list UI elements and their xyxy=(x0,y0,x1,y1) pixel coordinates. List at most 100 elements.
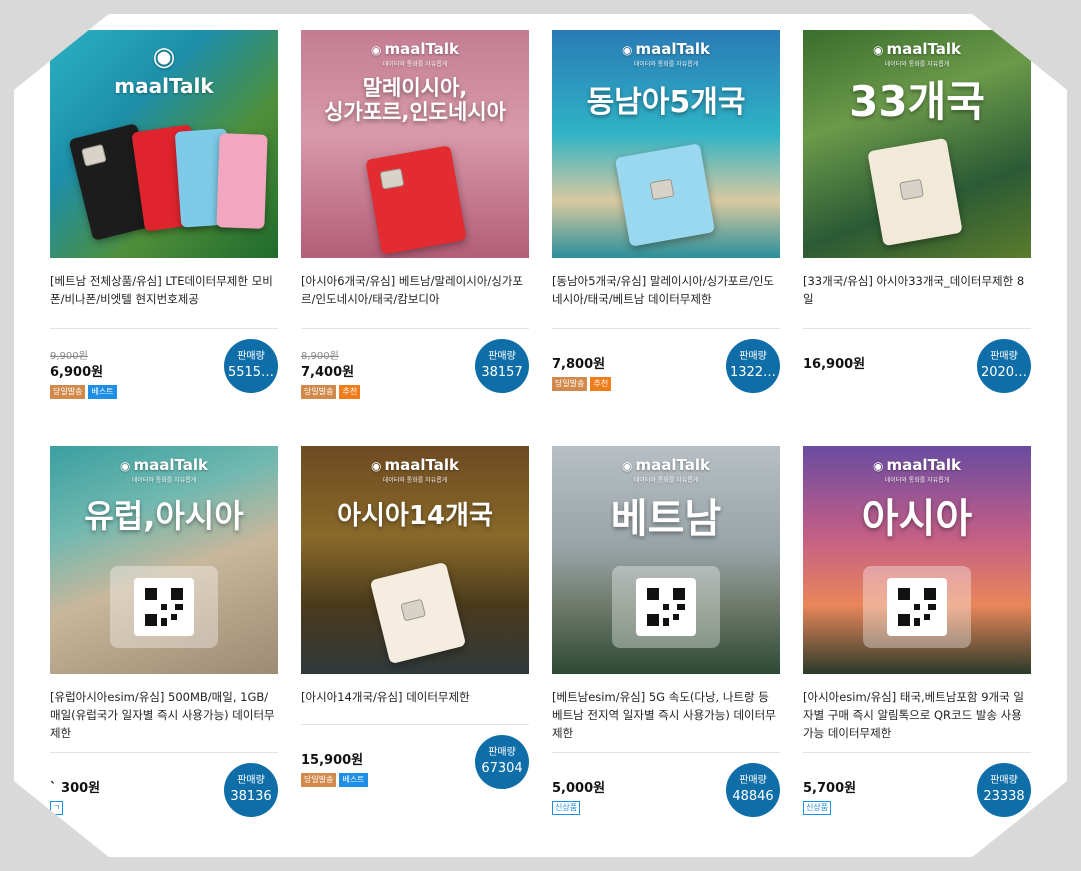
brand-logo: ◉ maalTalk 데이터와 통화를 자유롭게 xyxy=(370,40,460,68)
sale-price: 5,700원 xyxy=(803,781,857,796)
product-title[interactable]: [유럽아시아esim/유심] 500MB/매일, 1GB/매일(유럽국가 일자별… xyxy=(50,688,278,744)
wifi-icon: ◉ xyxy=(119,459,131,473)
sim-card-graphic xyxy=(365,145,467,255)
sales-count-badge: 판매량 38136 xyxy=(224,763,278,817)
product-card[interactable]: ◉ maalTalk 데이터와 통화를 자유롭게 유럽,아시아 [유럽아시아esi… xyxy=(50,446,278,825)
image-headline: 아시아 xyxy=(861,496,973,542)
badge-new: 신상품 xyxy=(552,801,581,815)
sale-price: 7,800원 xyxy=(552,357,606,372)
sales-count-badge: 판매량 23338 xyxy=(977,763,1031,817)
brand-logo: ◉ maalTalk 데이터와 통화를 자유롭게 xyxy=(872,456,962,484)
sales-count-badge: 판매량 5515… xyxy=(224,339,278,393)
product-title[interactable]: [베트남 전체상품/유심] LTE데이터무제한 모비폰/비나폰/비엣텔 현지번호… xyxy=(50,272,278,320)
price-row: ` 300원 ㄱ 판매량 38136 xyxy=(50,753,278,825)
product-title[interactable]: [아시아14개국/유심] 데이터무제한 xyxy=(301,688,529,716)
sale-price: 15,900원 xyxy=(301,753,364,768)
product-card[interactable]: ◉ maalTalk 데이터와 통화를 자유롭게 아시아 [아시아esim/유심]… xyxy=(803,446,1031,825)
badge-same-day: 당일발송 xyxy=(301,773,337,787)
sales-count-badge: 판매량 1322… xyxy=(726,339,780,393)
product-image[interactable]: ◉ maalTalk 데이터와 통화를 자유롭게 유럽,아시아 xyxy=(50,446,278,674)
brand-logo: ◉ maalTalk xyxy=(50,42,278,98)
badge-same-day: 당일발송 xyxy=(552,377,588,391)
brand-logo: ◉ maalTalk 데이터와 통화를 자유롭게 xyxy=(621,456,711,484)
brand-logo: ◉ maalTalk 데이터와 통화를 자유롭게 xyxy=(872,40,962,68)
wifi-icon: ◉ xyxy=(370,43,382,57)
image-headline: 말레이시아, 싱가포르,인도네시아 xyxy=(324,76,506,125)
badge-best: 베스트 xyxy=(88,385,117,399)
price-row: 9,900원 6,900원 당일발송 베스트 판매량 5515… xyxy=(50,329,278,401)
product-title[interactable]: [아시아esim/유심] 태국,베트남포함 9개국 일자별 구매 즉시 알림톡으… xyxy=(803,688,1031,744)
product-image[interactable]: ◉ maalTalk 데이터와 통화를 자유롭게 베트남 xyxy=(552,446,780,674)
product-card[interactable]: ◉ maalTalk 데이터와 통화를 자유롭게 베트남 [베트남esim/유심]… xyxy=(552,446,780,825)
image-headline: 33개국 xyxy=(849,77,985,126)
brand-logo: ◉ maalTalk 데이터와 통화를 자유롭게 xyxy=(621,40,711,68)
product-card[interactable]: ◉ maalTalk 데이터와 통화를 자유롭게 말레이시아, 싱가포르,인도네시… xyxy=(301,30,529,401)
badge-list: 당일발송 추천 xyxy=(552,377,612,391)
product-title[interactable]: [33개국/유심] 아시아33개국_데이터무제한 8일 xyxy=(803,272,1031,320)
sales-count-badge: 판매량 67304 xyxy=(475,735,529,789)
sales-count-badge: 판매량 2020… xyxy=(977,339,1031,393)
wifi-icon: ◉ xyxy=(872,459,884,473)
product-card[interactable]: ◉ maalTalk 데이터와 통화를 자유롭게 33개국 [33개국/유심] 아… xyxy=(803,30,1031,401)
badge-list: 당일발송 베스트 xyxy=(301,773,368,787)
badge-list: 신상품 xyxy=(552,801,581,815)
wifi-icon: ◉ xyxy=(370,459,382,473)
badge-new: ㄱ xyxy=(50,801,64,815)
price-row: 16,900원 판매량 2020… xyxy=(803,329,1031,401)
image-headline: 유럽,아시아 xyxy=(84,497,244,535)
sale-price: 16,900원 xyxy=(803,357,866,372)
sales-count-badge: 판매량 48846 xyxy=(726,763,780,817)
wifi-icon: ◉ xyxy=(872,43,884,57)
wifi-icon: ◉ xyxy=(621,43,633,57)
product-image[interactable]: ◉ maalTalk 데이터와 통화를 자유롭게 아시아14개국 xyxy=(301,446,529,674)
product-image[interactable]: ◉ maalTalk 데이터와 통화를 자유롭게 아시아 xyxy=(803,446,1031,674)
brand-logo: ◉ maalTalk 데이터와 통화를 자유롭게 xyxy=(119,456,209,484)
badge-list: 당일발송 베스트 xyxy=(50,385,117,399)
price-row: 5,000원 신상품 판매량 48846 xyxy=(552,753,780,825)
sales-count-badge: 판매량 38157 xyxy=(475,339,529,393)
sale-price: 6,900원 xyxy=(50,365,104,380)
wifi-icon: ◉ xyxy=(152,42,176,72)
qr-code-icon xyxy=(898,588,936,626)
original-price: 9,900원 xyxy=(50,351,88,362)
image-headline: 동남아5개국 xyxy=(586,85,746,120)
product-image[interactable]: ◉ maalTalk 데이터와 통화를 자유롭게 33개국 xyxy=(803,30,1031,258)
badge-new: 신상품 xyxy=(803,801,832,815)
sim-card-graphic xyxy=(369,561,467,665)
price-row: 7,800원 당일발송 추천 판매량 1322… xyxy=(552,329,780,401)
product-card[interactable]: ◉ maalTalk [베트남 전체상품/유심] LTE데이터무제한 모비폰/비… xyxy=(50,30,278,401)
badge-list: 당일발송 추천 xyxy=(301,385,361,399)
badge-recommended: 추천 xyxy=(339,385,361,399)
price-row: 8,900원 7,400원 당일발송 추천 판매량 38157 xyxy=(301,329,529,401)
qr-code-icon xyxy=(145,588,183,626)
wifi-icon: ◉ xyxy=(621,459,633,473)
sim-card-graphic xyxy=(216,133,268,229)
price-row: 5,700원 신상품 판매량 23338 xyxy=(803,753,1031,825)
product-title[interactable]: [아시아6개국/유심] 베트남/말레이시아/싱가포르/인도네시아/태국/캄보디아 xyxy=(301,272,529,320)
price-row: 15,900원 당일발송 베스트 판매량 67304 xyxy=(301,725,529,797)
esim-qr-graphic xyxy=(612,566,720,648)
badge-best: 베스트 xyxy=(339,773,368,787)
original-price: 8,900원 xyxy=(301,351,339,362)
product-title[interactable]: [베트남esim/유심] 5G 속도(다낭, 나트랑 등 베트남 전지역 일자별… xyxy=(552,688,780,744)
product-grid-frame: ◉ maalTalk [베트남 전체상품/유심] LTE데이터무제한 모비폰/비… xyxy=(14,14,1067,857)
badge-list: 신상품 xyxy=(803,801,832,815)
product-title[interactable]: [동남아5개국/유심] 말레이시아/싱가포르/인도네시아/태국/베트남 데이터무… xyxy=(552,272,780,320)
sim-card-graphic xyxy=(614,143,716,247)
badge-same-day: 당일발송 xyxy=(50,385,86,399)
image-headline: 아시아14개국 xyxy=(337,501,493,531)
brand-logo: ◉ maalTalk 데이터와 통화를 자유롭게 xyxy=(370,456,460,484)
sale-price: 7,400원 xyxy=(301,365,355,380)
product-image[interactable]: ◉ maalTalk 데이터와 통화를 자유롭게 말레이시아, 싱가포르,인도네시… xyxy=(301,30,529,258)
product-image[interactable]: ◉ maalTalk 데이터와 통화를 자유롭게 동남아5개국 xyxy=(552,30,780,258)
sale-price: 5,000원 xyxy=(552,781,606,796)
badge-recommended: 추천 xyxy=(590,377,612,391)
image-headline: 베트남 xyxy=(610,496,722,542)
product-image[interactable]: ◉ maalTalk xyxy=(50,30,278,258)
sale-price: ` 300원 xyxy=(50,781,101,796)
product-card[interactable]: ◉ maalTalk 데이터와 통화를 자유롭게 동남아5개국 [동남아5개국/유… xyxy=(552,30,780,401)
badge-list: ㄱ xyxy=(50,801,64,815)
product-card[interactable]: ◉ maalTalk 데이터와 통화를 자유롭게 아시아14개국 [아시아14개국… xyxy=(301,446,529,797)
badge-same-day: 당일발송 xyxy=(301,385,337,399)
qr-code-icon xyxy=(647,588,685,626)
